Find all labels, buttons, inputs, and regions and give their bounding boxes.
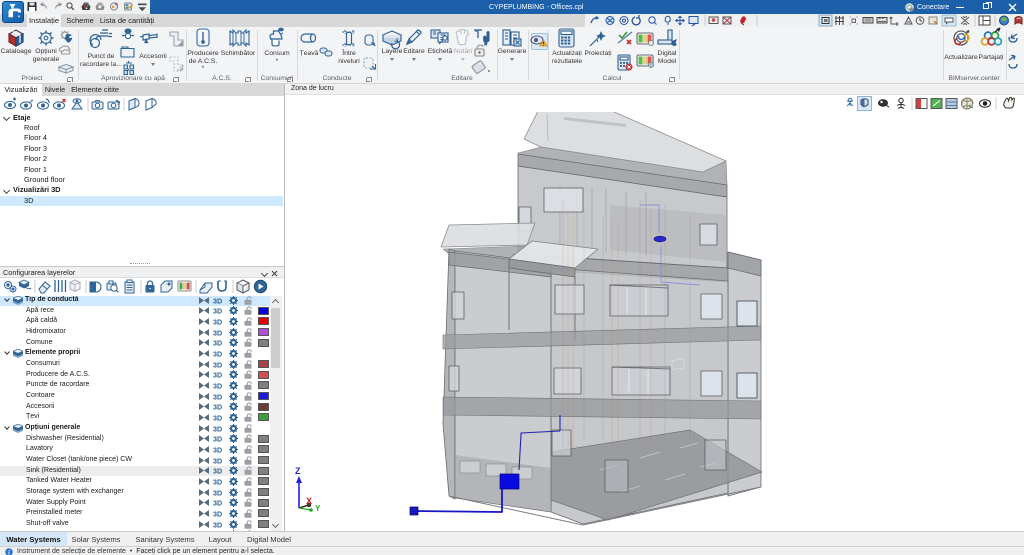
- svg-text:3D: 3D: [213, 509, 222, 518]
- svg-text:3D: 3D: [213, 317, 222, 326]
- svg-text:3D: 3D: [213, 477, 222, 486]
- svg-text:3D: 3D: [213, 349, 222, 358]
- svg-text:X: X: [306, 496, 312, 506]
- svg-text:3D: 3D: [213, 296, 222, 305]
- svg-text:3D: 3D: [213, 360, 222, 369]
- svg-text:3D: 3D: [213, 445, 222, 454]
- svg-text:3D: 3D: [213, 403, 222, 412]
- svg-text:3D: 3D: [213, 499, 222, 508]
- svg-text:3D: 3D: [213, 435, 222, 444]
- svg-text:Y: Y: [315, 504, 321, 513]
- svg-text:Z: Z: [295, 466, 301, 476]
- svg-text:3D: 3D: [213, 413, 222, 422]
- svg-text:3D: 3D: [213, 467, 222, 476]
- svg-text:3D: 3D: [213, 456, 222, 465]
- svg-text:3D: 3D: [213, 488, 222, 497]
- svg-text:3D: 3D: [213, 392, 222, 401]
- svg-text:3D: 3D: [213, 307, 222, 316]
- svg-text:3D: 3D: [213, 328, 222, 337]
- svg-text:3D: 3D: [213, 339, 222, 348]
- svg-text:3D: 3D: [213, 520, 222, 529]
- svg-text:3D: 3D: [213, 381, 222, 390]
- svg-text:3D: 3D: [213, 371, 222, 380]
- svg-text:3D: 3D: [213, 424, 222, 433]
